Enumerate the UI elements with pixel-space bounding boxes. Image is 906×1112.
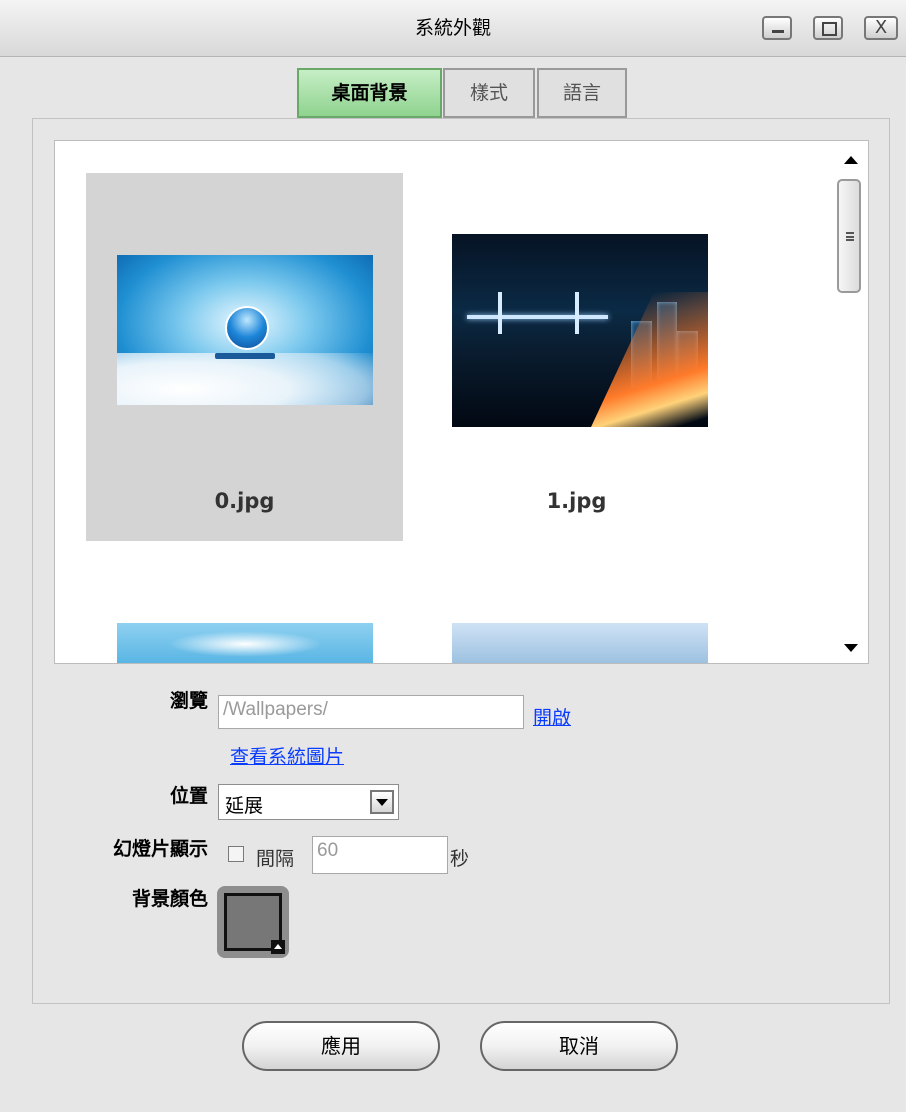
- wallpaper-thumbnail-sky: [117, 255, 373, 405]
- browse-path-input[interactable]: /Wallpapers/: [218, 695, 524, 729]
- minimize-button[interactable]: [762, 16, 792, 40]
- wallpaper-thumbnail-city: [452, 234, 708, 427]
- minimize-icon: [772, 30, 784, 33]
- maximize-button[interactable]: [813, 16, 843, 40]
- position-select[interactable]: 延展: [218, 784, 399, 820]
- apply-button[interactable]: 應用: [242, 1021, 440, 1071]
- chevron-down-icon[interactable]: [370, 790, 394, 814]
- wallpaper-item-0[interactable]: 0.jpg: [86, 173, 403, 541]
- view-system-images-link[interactable]: 查看系統圖片: [230, 742, 344, 769]
- maximize-icon: [822, 22, 837, 36]
- wallpaper-thumbnail-sky-partial[interactable]: [117, 623, 373, 663]
- scroll-up-arrow-icon[interactable]: [844, 156, 858, 164]
- slideshow-label: 幻燈片顯示: [112, 838, 208, 860]
- open-link[interactable]: 開啟: [533, 703, 571, 730]
- wallpaper-gallery: 0.jpg 1.jpg: [54, 140, 869, 664]
- slideshow-checkbox[interactable]: [228, 846, 244, 862]
- logo-wordmark: [215, 352, 275, 359]
- interval-label: 間隔: [256, 848, 295, 870]
- tab-desktop-background[interactable]: 桌面背景: [297, 68, 442, 118]
- wallpaper-thumbnail-iceberg-partial[interactable]: [452, 623, 708, 663]
- gallery-scrollbar[interactable]: [834, 142, 868, 662]
- interval-unit-label: 秒: [450, 848, 470, 870]
- browse-label: 瀏覽: [169, 690, 208, 712]
- bridge-shape: [467, 315, 609, 320]
- close-icon: X: [874, 17, 888, 38]
- tab-style[interactable]: 樣式: [443, 68, 535, 118]
- cloud-shape: [117, 352, 373, 405]
- title-bar: 系統外觀 X: [0, 0, 906, 57]
- position-label: 位置: [169, 785, 208, 807]
- scroll-down-arrow-icon[interactable]: [844, 644, 858, 652]
- wallpaper-item-1[interactable]: 1.jpg: [418, 173, 735, 541]
- cancel-button[interactable]: 取消: [480, 1021, 678, 1071]
- close-button[interactable]: X: [864, 16, 898, 40]
- bridge-tower: [574, 291, 579, 335]
- grip-icon: [846, 232, 854, 241]
- background-color-label: 背景顏色: [131, 888, 208, 910]
- tab-language[interactable]: 語言: [537, 68, 627, 118]
- dropdown-arrow-icon: [271, 940, 285, 954]
- wallpaper-label: 0.jpg: [214, 489, 275, 513]
- bridge-tower: [498, 291, 503, 335]
- background-color-picker[interactable]: [217, 886, 289, 958]
- interval-input[interactable]: 60: [312, 836, 448, 874]
- wallpaper-label: 1.jpg: [546, 489, 607, 513]
- road-lights: [582, 291, 708, 427]
- logo-icon: [225, 306, 269, 350]
- scrollbar-thumb[interactable]: [837, 179, 861, 293]
- position-select-value: 延展: [225, 795, 264, 817]
